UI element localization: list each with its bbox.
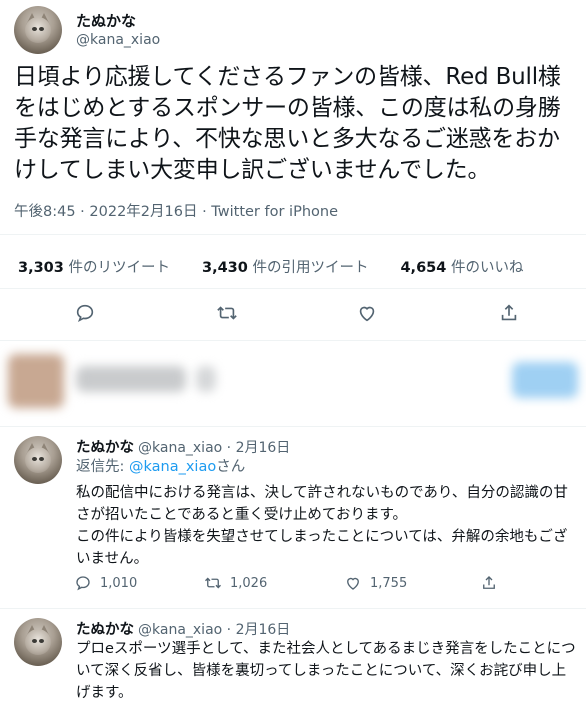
- tweet-stats: 3,303 件のリツイート 3,430 件の引用ツイート 4,654 件のいいね: [18, 256, 523, 277]
- redacted-button: [512, 362, 578, 398]
- reply-button[interactable]: 1,010: [74, 574, 137, 592]
- like-icon[interactable]: [356, 302, 378, 324]
- author-name[interactable]: たぬかな: [76, 436, 134, 457]
- divider: [0, 340, 586, 341]
- retweet-icon: [205, 577, 221, 589]
- author-handle[interactable]: @kana_xiao: [76, 32, 160, 48]
- redacted-row: [0, 344, 586, 424]
- author-name[interactable]: たぬかな: [76, 618, 134, 639]
- share-icon[interactable]: [498, 302, 520, 324]
- avatar[interactable]: [14, 618, 62, 666]
- cat-face: [24, 16, 52, 44]
- share-icon: [483, 576, 495, 589]
- divider: [0, 288, 586, 289]
- retweet-icon[interactable]: [216, 302, 238, 324]
- redacted-text: [196, 366, 216, 392]
- reply-to-link[interactable]: @kana_xiao: [129, 459, 216, 475]
- like-stat[interactable]: 4,654 件のいいね: [400, 256, 523, 277]
- cat-face: [24, 628, 52, 656]
- avatar[interactable]: [14, 436, 62, 484]
- cat-eye-right: [38, 639, 44, 644]
- author-handle-date[interactable]: @kana_xiao · 2月16日: [138, 619, 290, 639]
- retweet-stat[interactable]: 3,303 件のリツイート: [18, 256, 170, 277]
- cat-eye-right: [38, 27, 44, 32]
- divider: [0, 426, 586, 427]
- divider: [0, 234, 586, 235]
- redacted-avatar: [8, 354, 64, 408]
- reply-text: プロeスポーツ選手として、また社会人としてあるまじき発言をしたことについて深く反…: [76, 641, 576, 701]
- reply-to-line: 返信先: @kana_xiaoさん: [76, 459, 246, 475]
- like-count: 1,755: [370, 575, 408, 591]
- retweet-button[interactable]: 1,026: [204, 574, 267, 592]
- share-button[interactable]: [480, 574, 498, 592]
- reply-count: 1,010: [100, 575, 138, 591]
- avatar[interactable]: [14, 6, 62, 54]
- quote-stat[interactable]: 3,430 件の引用ツイート: [202, 256, 368, 277]
- reply-icon: [76, 576, 90, 591]
- reply-text: 私の配信中における発言は、決して許されないものであり、自分の認識の甘さが招いたこ…: [76, 485, 568, 567]
- cat-eye-right: [38, 457, 44, 462]
- author-handle-date[interactable]: @kana_xiao · 2月16日: [138, 437, 290, 457]
- divider: [0, 608, 586, 609]
- tweet-text: 日頃より応援してくださるファンの皆様、Red Bull様をはじめとするスポンサー…: [14, 64, 561, 183]
- author-name[interactable]: たぬかな: [76, 10, 136, 31]
- cat-face: [24, 446, 52, 474]
- tweet-timestamp[interactable]: 午後8:45 · 2022年2月16日 · Twitter for iPhone: [14, 200, 338, 221]
- redacted-text: [76, 366, 186, 392]
- reply-icon[interactable]: [74, 302, 96, 324]
- retweet-count: 1,026: [230, 575, 268, 591]
- like-icon: [347, 577, 359, 590]
- like-button[interactable]: 1,755: [344, 574, 407, 592]
